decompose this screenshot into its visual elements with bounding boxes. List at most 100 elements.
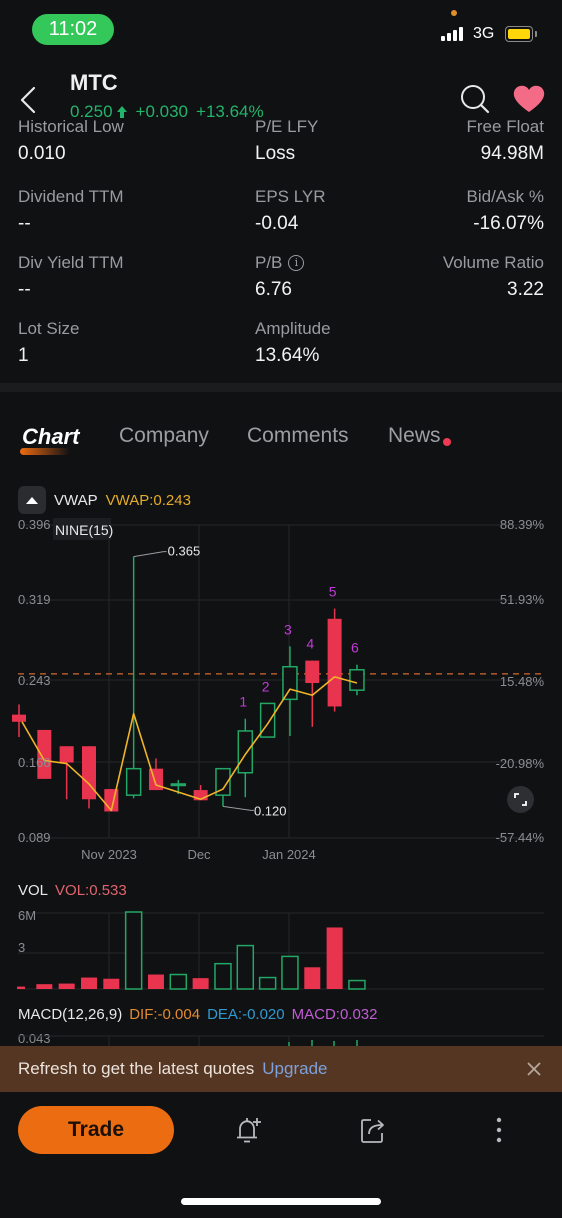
more-vertical-icon	[496, 1117, 502, 1143]
volume-bar	[80, 977, 97, 989]
x-tick: Dec	[187, 847, 211, 862]
volume-bar	[304, 967, 321, 989]
stat-volume-ratio: Volume Ratio 3.22	[304, 250, 544, 304]
volume-bar	[124, 911, 143, 990]
candle-body	[59, 746, 74, 763]
tab-news[interactable]: News	[388, 424, 441, 448]
ticker-symbol: MTC	[70, 70, 118, 95]
banner-close-button[interactable]	[524, 1059, 544, 1079]
price-alert-button[interactable]	[232, 1114, 264, 1146]
candle-body	[259, 702, 276, 738]
signal-icon	[441, 27, 463, 41]
collapse-chart-button[interactable]	[18, 486, 46, 514]
stat-label: Dividend TTM	[18, 187, 124, 206]
arrow-up-icon	[116, 106, 127, 118]
stat-value: --	[18, 279, 31, 300]
chevron-left-icon	[20, 86, 36, 114]
volume-bar	[169, 973, 188, 990]
y-tick-right: 88.39%	[500, 517, 545, 532]
y-tick-left: 0.166	[18, 755, 51, 770]
stat-label: Historical Low	[18, 120, 124, 136]
quote-line: 0.250 +0.030 +13.64%	[70, 102, 264, 122]
upgrade-banner: Refresh to get the latest quotes Upgrade	[0, 1046, 562, 1092]
macd-value: MACD:0.032	[291, 1006, 378, 1023]
tab-comments[interactable]: Comments	[247, 424, 349, 448]
vwap-series	[21, 676, 358, 812]
candle	[349, 664, 365, 696]
candle-body	[237, 730, 254, 774]
watchlist-button[interactable]	[512, 84, 546, 114]
candle	[237, 718, 254, 798]
candle	[12, 704, 26, 738]
candles	[12, 556, 365, 812]
y-tick-right: -20.98%	[496, 756, 545, 771]
status-bar: 11:02 3G	[0, 0, 562, 60]
macd-name[interactable]: MACD(12,26,9)	[18, 1006, 122, 1023]
low-leader-line	[222, 805, 254, 811]
stat-value: 13.64%	[255, 345, 320, 366]
indicator-row: VWAP VWAP:0.243	[18, 486, 191, 514]
y-tick-left: 0.243	[18, 673, 51, 688]
trade-button[interactable]: Trade	[18, 1106, 174, 1154]
volume-bar	[58, 983, 75, 989]
volume-bar	[258, 976, 277, 990]
macd-dif: DIF:-0.004	[129, 1006, 201, 1023]
candle	[259, 702, 276, 738]
volume-bar	[348, 979, 366, 990]
stat-dividend-ttm: Dividend TTM --	[18, 184, 258, 238]
y-tick-right: 15.48%	[500, 674, 545, 689]
search-icon	[461, 85, 490, 114]
fullscreen-button[interactable]	[507, 786, 534, 813]
bell-plus-icon	[237, 1118, 261, 1143]
nine-count-label: 6	[351, 640, 359, 656]
search-button[interactable]	[458, 82, 492, 116]
stat-value: 0.010	[18, 143, 66, 164]
last-price: 0.250	[70, 102, 113, 121]
candle-body	[327, 618, 342, 707]
share-button[interactable]	[357, 1114, 389, 1146]
home-indicator	[181, 1198, 381, 1205]
nine-count-label: 3	[284, 621, 292, 637]
more-options-button[interactable]	[483, 1114, 515, 1146]
back-button[interactable]	[16, 80, 44, 120]
tab-company[interactable]: Company	[119, 424, 209, 448]
volume-bar	[147, 974, 164, 989]
y-tick-left: 0.319	[18, 592, 51, 607]
stat-label-text: P/B	[255, 253, 283, 272]
indicator-value: VWAP:0.243	[105, 491, 191, 509]
banner-message: Refresh to get the latest quotes	[18, 1059, 255, 1078]
section-divider	[0, 383, 562, 392]
volume-y-tick: 6M	[18, 908, 36, 923]
stat-lot-size: Lot Size 1	[18, 316, 258, 370]
candlestick-chart[interactable]: 0.3650.120 123456 0.396 0.319 0.243 0.16…	[0, 512, 562, 872]
privacy-indicator-dot	[451, 10, 457, 16]
stat-value: 94.98M	[480, 143, 544, 164]
low-annotation: 0.120	[254, 803, 287, 818]
chart-grid	[18, 524, 544, 839]
status-time: 11:02	[32, 14, 114, 45]
stat-label: Lot Size	[18, 319, 80, 338]
tab-chart[interactable]: Chart	[22, 424, 79, 450]
volume-bar	[236, 944, 255, 990]
network-type: 3G	[473, 25, 495, 42]
candle-body	[349, 669, 365, 691]
vwap-line	[21, 676, 358, 812]
stat-amplitude: Amplitude 13.64%	[255, 316, 495, 370]
candle-body	[282, 665, 298, 701]
battery-tip	[535, 31, 537, 37]
volume-bar	[281, 955, 299, 990]
bottom-action-bar: Trade	[0, 1092, 562, 1218]
candle-body	[170, 783, 187, 787]
tab-bar: Chart Company Comments News	[0, 418, 562, 462]
stat-historical-low: Historical Low 0.010	[18, 120, 258, 168]
y-tick-right: -57.44%	[496, 830, 545, 845]
info-icon[interactable]: i	[288, 255, 305, 271]
macd-header: MACD(12,26,9) DIF:-0.004 DEA:-0.020 MACD…	[18, 1006, 378, 1023]
candle-body	[12, 714, 26, 722]
candle	[81, 746, 96, 809]
volume-chart[interactable]: 6M 3	[0, 875, 562, 995]
upgrade-link[interactable]: Upgrade	[262, 1059, 327, 1079]
indicator-name[interactable]: VWAP	[54, 492, 98, 509]
nine-count-label: 4	[306, 636, 314, 652]
x-tick: Nov 2023	[81, 847, 137, 862]
